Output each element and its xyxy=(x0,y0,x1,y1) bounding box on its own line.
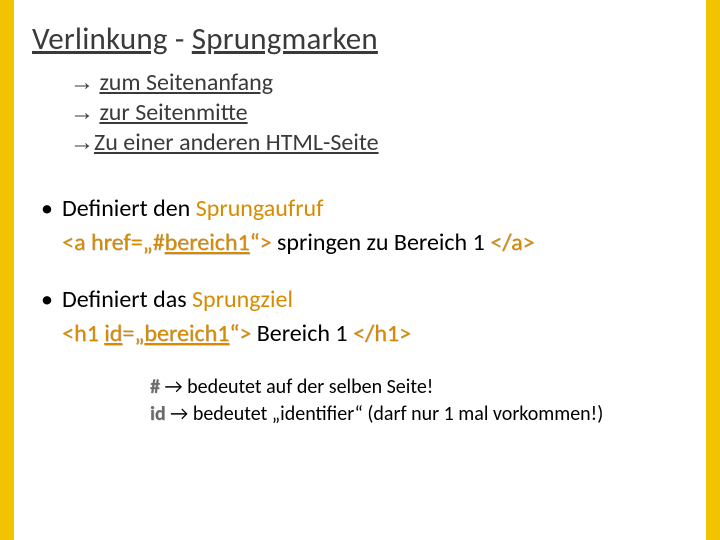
anchor-links-block: → zum Seitenanfang → zur Seitenmitte →Zu… xyxy=(70,68,688,158)
text: Definiert das xyxy=(62,285,192,314)
link-label: zum Seitenanfang xyxy=(99,68,273,97)
code-open: <h1 id=„bereich1“> xyxy=(62,319,251,348)
link-label: zur Seitenmitte xyxy=(99,98,247,127)
code-open: <a href=„#bereich1“> xyxy=(62,228,272,257)
text: Definiert den xyxy=(62,194,196,223)
link-andere-seite[interactable]: →Zu einer anderen HTML-Seite xyxy=(70,128,688,158)
bullet-dot-icon: • xyxy=(32,192,62,259)
bullet-text: Definiert den Sprungaufruf <a href=„#ber… xyxy=(62,192,534,259)
link-seitenanfang[interactable]: → zum Seitenanfang xyxy=(70,68,688,98)
note-text: bedeutet auf der selben Seite! xyxy=(187,375,433,399)
bullet-list: • Definiert den Sprungaufruf <a href=„#b… xyxy=(32,192,688,350)
footnotes: # → bedeutet auf der selben Seite! id → … xyxy=(150,374,688,428)
highlight-word: Sprungaufruf xyxy=(196,194,324,223)
slide-content: Verlinkung - Sprungmarken → zum Seitenan… xyxy=(14,0,706,540)
code-close: </a> xyxy=(490,228,534,257)
code-inner-text: springen zu Bereich 1 xyxy=(272,228,491,257)
bullet-text: Definiert das Sprungziel <h1 id=„bereich… xyxy=(62,283,411,350)
note-id: id → bedeutet „identifier“ (darf nur 1 m… xyxy=(150,401,688,428)
arrow-icon: → xyxy=(70,129,94,156)
id-symbol: id xyxy=(150,402,166,426)
code-inner-text: Bereich 1 xyxy=(251,319,353,348)
arrow-icon: → xyxy=(160,375,187,399)
slide-accent-left xyxy=(0,0,14,540)
note-text: bedeutet „identifier“ (darf nur 1 mal vo… xyxy=(193,402,603,426)
arrow-icon: → xyxy=(166,402,193,426)
arrow-icon: → xyxy=(70,99,94,126)
highlight-word: Sprungziel xyxy=(192,285,293,314)
bullet-sprungaufruf: • Definiert den Sprungaufruf <a href=„#b… xyxy=(32,192,688,259)
arrow-icon: → xyxy=(70,69,94,96)
code-close: </h1> xyxy=(353,319,411,348)
link-seitenmitte[interactable]: → zur Seitenmitte xyxy=(70,98,688,128)
page-title: Verlinkung - Sprungmarken xyxy=(32,20,688,58)
slide-accent-right xyxy=(706,0,720,540)
link-label: Zu einer anderen HTML-Seite xyxy=(94,128,379,157)
bullet-dot-icon: • xyxy=(32,283,62,350)
bullet-sprungziel: • Definiert das Sprungziel <h1 id=„berei… xyxy=(32,283,688,350)
title-part2: Sprungmarken xyxy=(192,20,378,58)
title-dash: - xyxy=(168,20,192,58)
hash-symbol: # xyxy=(150,375,160,399)
title-part1: Verlinkung xyxy=(32,20,168,58)
note-hash: # → bedeutet auf der selben Seite! xyxy=(150,374,688,401)
